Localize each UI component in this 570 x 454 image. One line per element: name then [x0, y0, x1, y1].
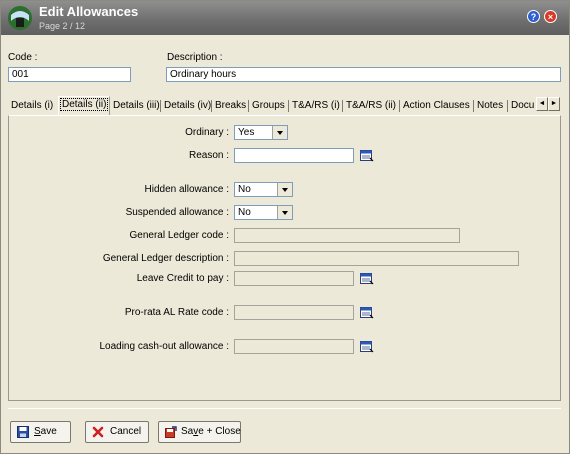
chevron-down-icon[interactable] [277, 183, 292, 196]
tab-details-ii-label: Details (ii) [59, 98, 109, 111]
tab-groups[interactable]: Groups [251, 98, 286, 114]
tab-ta-rs-ii[interactable]: T&A/RS (ii) [345, 98, 397, 114]
window-title: Edit Allowances [39, 4, 139, 19]
tab-details-iii[interactable]: Details (iii) [112, 98, 161, 114]
tab-separator [507, 100, 508, 112]
tab-separator [473, 100, 474, 112]
tab-details-i[interactable]: Details (i) [10, 98, 54, 114]
code-label: Code : [8, 52, 38, 63]
tab-separator [288, 100, 289, 112]
hidden-allowance-value: No [238, 184, 251, 195]
tab-notes[interactable]: Notes [476, 98, 504, 114]
gl-code-field [234, 228, 460, 243]
leave-credit-field [234, 271, 354, 286]
tab-scroll-right-icon[interactable]: ► [548, 97, 560, 111]
lookup-calendar-icon[interactable] [360, 150, 374, 162]
loading-cashout-field [234, 339, 354, 354]
chevron-down-icon[interactable] [277, 206, 292, 219]
help-icon[interactable]: ? [527, 10, 540, 23]
tab-details-iv[interactable]: Details (iv) [163, 98, 212, 114]
hidden-allowance-label: Hidden allowance : [144, 184, 230, 195]
title-bar: Edit Allowances Page 2 / 12 ? × [1, 1, 569, 35]
tab-details-ii[interactable]: Details (ii) [58, 96, 111, 115]
suspended-allowance-value: No [238, 207, 251, 218]
cancel-label: Cancel [110, 426, 142, 437]
tab-documents[interactable]: Docu [510, 98, 536, 114]
floppy-disk-icon [17, 426, 29, 438]
prorata-al-field [234, 305, 354, 320]
save-close-button[interactable]: Save + Close [158, 421, 241, 443]
gl-code-label: General Ledger code : [129, 230, 229, 241]
ordinary-select[interactable]: Yes [234, 125, 288, 140]
tab-strip: Details (i) Details (ii) Details (iii) D… [8, 96, 559, 115]
suspended-allowance-label: Suspended allowance : [125, 207, 229, 218]
loading-cashout-label: Loading cash-out allowance : [99, 341, 229, 352]
tab-ta-rs-i[interactable]: T&A/RS (i) [291, 98, 341, 114]
tab-separator [342, 100, 343, 112]
save-button[interactable]: Save [10, 421, 71, 443]
gl-description-label: General Ledger description : [102, 253, 229, 264]
lookup-calendar-icon[interactable] [360, 341, 374, 353]
save-close-label: Save + Close [181, 426, 241, 437]
page-indicator: Page 2 / 12 [39, 21, 86, 31]
tab-breaks[interactable]: Breaks [214, 98, 247, 114]
close-icon[interactable]: × [544, 10, 557, 23]
tab-separator [248, 100, 249, 112]
reason-field[interactable] [234, 148, 354, 163]
reason-label: Reason : [188, 150, 229, 161]
code-field[interactable]: 001 [8, 67, 131, 82]
hidden-allowance-select[interactable]: No [234, 182, 293, 197]
chevron-down-icon[interactable] [272, 126, 287, 139]
description-field[interactable]: Ordinary hours [166, 67, 561, 82]
lookup-calendar-icon[interactable] [360, 307, 374, 319]
suspended-allowance-select[interactable]: No [234, 205, 293, 220]
red-x-icon [92, 426, 104, 438]
tab-action-clauses[interactable]: Action Clauses [402, 98, 471, 114]
gl-description-field [234, 251, 519, 266]
tab-separator [160, 100, 161, 112]
save-label: Save [34, 426, 57, 437]
ordinary-value: Yes [238, 127, 255, 138]
cancel-button[interactable]: Cancel [85, 421, 149, 443]
prorata-al-label: Pro-rata AL Rate code : [124, 307, 229, 318]
tab-separator [399, 100, 400, 112]
save-close-icon [165, 426, 177, 438]
tab-scroll-left-icon[interactable]: ◄ [536, 97, 548, 111]
footer-divider [8, 408, 561, 409]
app-logo-icon [8, 6, 32, 30]
tab-separator [211, 100, 212, 112]
description-label: Description : [167, 52, 223, 63]
ordinary-label: Ordinary : [185, 127, 229, 138]
leave-credit-label: Leave Credit to pay : [136, 273, 229, 284]
edit-allowances-window: Edit Allowances Page 2 / 12 ? × Code : 0… [0, 0, 570, 454]
lookup-calendar-icon[interactable] [360, 273, 374, 285]
